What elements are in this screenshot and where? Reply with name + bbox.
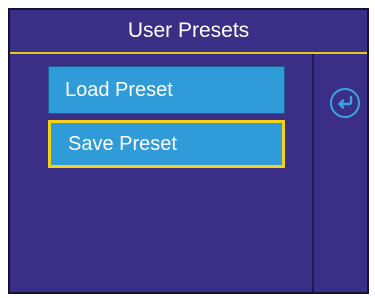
save-preset-label: Save Preset — [68, 132, 177, 155]
return-arrow-icon — [338, 95, 353, 109]
title-bar: User Presets — [10, 10, 367, 54]
device-screen: User Presets Load Preset Save Preset — [8, 8, 369, 294]
back-button[interactable] — [330, 88, 360, 118]
side-panel — [312, 54, 367, 292]
page-title: User Presets — [127, 19, 250, 42]
load-preset-button[interactable]: Load Preset — [48, 66, 285, 114]
load-preset-label: Load Preset — [65, 78, 173, 101]
save-preset-button[interactable]: Save Preset — [48, 120, 285, 168]
